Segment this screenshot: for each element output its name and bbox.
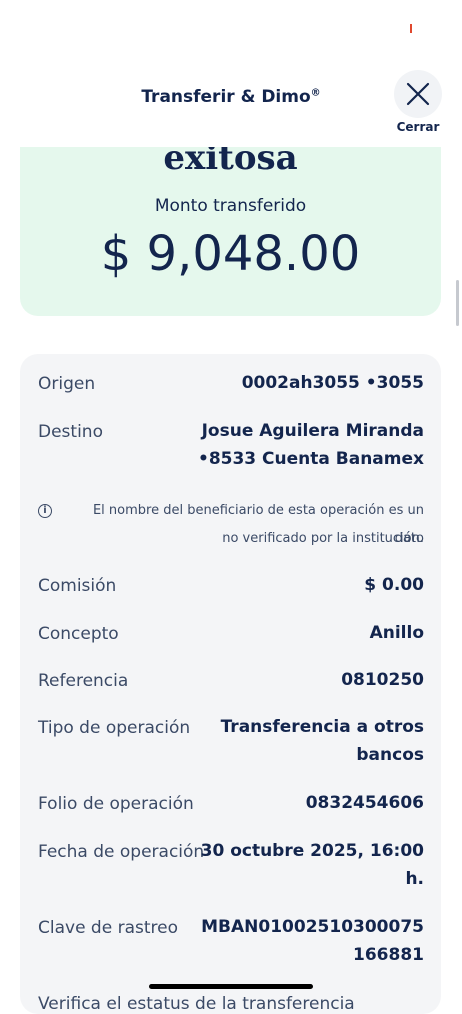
close-label[interactable]: Cerrar — [388, 120, 448, 134]
row-destino: Destino Josue Aguilera Miranda •8533 Cue… — [38, 421, 424, 482]
referencia-value: 0810250 — [341, 670, 424, 690]
status-bar-indicator — [410, 24, 412, 33]
beneficiary-note: i El nombre del beneficiario de esta ope… — [38, 497, 424, 553]
row-tipo-operacion: Tipo de operación Transferencia a otros … — [38, 717, 424, 778]
fecha-value-line2: h. — [405, 869, 424, 889]
comision-label: Comisión — [38, 576, 117, 596]
concepto-label: Concepto — [38, 624, 119, 644]
origen-value: 0002ah3055 •3055 — [241, 373, 424, 393]
clave-label: Clave de rastreo — [38, 918, 178, 938]
referencia-label: Referencia — [38, 671, 129, 691]
destino-value-line1: Josue Aguilera Miranda — [201, 421, 424, 441]
tipo-value-line1: Transferencia a otros — [220, 717, 424, 737]
header: Transferir & Dimo® Cerrar — [0, 60, 462, 146]
clave-value-line1: MBAN01002510300075 — [201, 917, 424, 937]
destino-value-line2: •8533 Cuenta Banamex — [197, 449, 424, 469]
destino-label: Destino — [38, 422, 103, 442]
folio-value: 0832454606 — [305, 793, 424, 813]
close-icon — [406, 82, 430, 106]
amount-caption: Monto transferido — [154, 196, 307, 216]
row-clave-rastreo: Clave de rastreo MBAN01002510300075 1668… — [38, 917, 424, 978]
fecha-label: Fecha de operación — [38, 842, 205, 862]
close-button[interactable] — [394, 70, 442, 118]
cut-off-text[interactable]: Verifica el estatus de la transferencia — [38, 994, 355, 1014]
details-card: Origen 0002ah3055 •3055 Destino Josue Ag… — [20, 354, 441, 1014]
scroll-indicator[interactable] — [456, 280, 459, 326]
concepto-value: Anillo — [369, 623, 424, 643]
origen-label: Origen — [38, 374, 96, 394]
tipo-label: Tipo de operación — [38, 718, 191, 738]
transfer-amount: $ 9,048.00 — [100, 226, 361, 282]
tipo-value-line2: bancos — [356, 745, 424, 765]
info-icon: i — [38, 504, 52, 518]
page-title: Transferir & Dimo® — [141, 87, 321, 107]
folio-label: Folio de operación — [38, 794, 194, 814]
comision-value: $ 0.00 — [364, 575, 424, 595]
fecha-value-line1: 30 octubre 2025, 16:00 — [200, 841, 424, 861]
note-line2: no verificado por la institución. — [222, 531, 424, 546]
home-indicator[interactable] — [149, 984, 313, 989]
row-fecha: Fecha de operación 30 octubre 2025, 16:0… — [38, 841, 424, 902]
success-card: exitosa Monto transferido $ 9,048.00 — [20, 130, 441, 316]
clave-value-line2: 166881 — [353, 945, 424, 965]
